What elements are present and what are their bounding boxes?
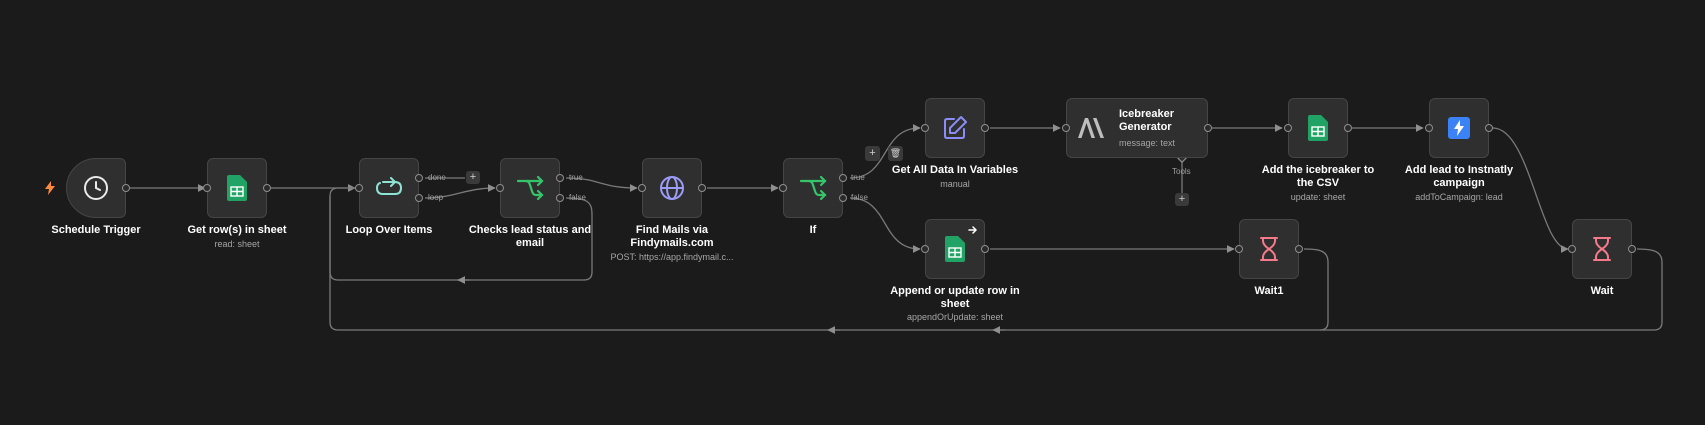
add-lead-output-port[interactable] bbox=[1485, 124, 1493, 132]
wait-label: Wait bbox=[1590, 285, 1614, 297]
wait-node[interactable] bbox=[1572, 219, 1632, 279]
if-true-label: true bbox=[851, 173, 865, 182]
checks-lead-label: Checks lead status and email bbox=[468, 224, 592, 249]
if-false-label: false bbox=[851, 193, 868, 202]
bolt-icon bbox=[45, 181, 55, 195]
icebreaker-node[interactable]: Icebreaker Generator message: text bbox=[1066, 98, 1208, 158]
get-rows-input-port[interactable] bbox=[203, 184, 211, 192]
find-mails-input-port[interactable] bbox=[638, 184, 646, 192]
find-mails-node[interactable] bbox=[642, 158, 702, 218]
checks-false-port[interactable] bbox=[556, 194, 564, 202]
edit-icon bbox=[944, 116, 967, 139]
find-mails-subtitle: POST: https://app.findymail.c... bbox=[610, 252, 734, 262]
loop-over-items-label: Loop Over Items bbox=[345, 224, 433, 236]
loop-over-items-node[interactable] bbox=[359, 158, 419, 218]
checks-true-port[interactable] bbox=[556, 174, 564, 182]
loop-input-port[interactable] bbox=[355, 184, 363, 192]
wait1-output-port[interactable] bbox=[1295, 245, 1303, 253]
if-label: If bbox=[809, 224, 817, 236]
google-sheets-icon bbox=[1308, 115, 1328, 141]
checks-true-label: true bbox=[569, 173, 583, 182]
add-tool-button[interactable]: + bbox=[1175, 193, 1189, 206]
add-lead-node[interactable] bbox=[1429, 98, 1489, 158]
get-rows-label: Get row(s) in sheet bbox=[187, 224, 287, 236]
if-true-port[interactable] bbox=[839, 174, 847, 182]
append-update-input-port[interactable] bbox=[921, 245, 929, 253]
edge-delete-button[interactable]: 🗑 bbox=[888, 146, 903, 161]
globe-icon bbox=[660, 176, 684, 200]
find-mails-label: Find Mails via Findymails.com bbox=[630, 224, 714, 249]
icebreaker-label: Icebreaker Generator bbox=[1119, 108, 1175, 133]
get-rows-subtitle: read: sheet bbox=[214, 239, 260, 249]
get-all-data-label: Get All Data In Variables bbox=[891, 164, 1019, 176]
hourglass-icon bbox=[1260, 237, 1278, 261]
icebreaker-subtitle: message: text bbox=[1119, 138, 1176, 148]
wait1-label: Wait1 bbox=[1254, 285, 1284, 297]
loop-loop-label: loop bbox=[428, 193, 444, 202]
tools-label: Tools bbox=[1172, 167, 1191, 176]
anthropic-icon bbox=[1078, 118, 1104, 138]
append-update-output-port[interactable] bbox=[981, 245, 989, 253]
wait1-node[interactable] bbox=[1239, 219, 1299, 279]
get-all-data-node[interactable] bbox=[925, 98, 985, 158]
google-sheets-icon bbox=[227, 175, 247, 201]
if-input-port[interactable] bbox=[779, 184, 787, 192]
arrow-right-icon bbox=[968, 226, 978, 234]
get-all-data-output-port[interactable] bbox=[981, 124, 989, 132]
if-branch-icon bbox=[799, 175, 827, 201]
get-all-data-input-port[interactable] bbox=[921, 124, 929, 132]
add-icebreaker-input-port[interactable] bbox=[1284, 124, 1292, 132]
append-update-node[interactable] bbox=[925, 219, 985, 279]
wait-input-port[interactable] bbox=[1568, 245, 1576, 253]
loop-loop-port[interactable] bbox=[415, 194, 423, 202]
add-lead-label: Add lead to Instnatly campaign bbox=[1404, 164, 1514, 189]
get-all-data-subtitle: manual bbox=[940, 179, 970, 189]
add-lead-subtitle: addToCampaign: lead bbox=[1415, 192, 1503, 202]
loop-done-port[interactable] bbox=[415, 174, 423, 182]
add-node-button[interactable]: + bbox=[466, 171, 480, 184]
loop-icon bbox=[375, 177, 403, 195]
add-icebreaker-output-port[interactable] bbox=[1344, 124, 1352, 132]
get-rows-node[interactable] bbox=[207, 158, 267, 218]
append-update-subtitle: appendOrUpdate: sheet bbox=[906, 312, 1004, 322]
if-branch-icon bbox=[516, 175, 544, 201]
append-update-label: Append or update row in sheet bbox=[890, 285, 1020, 310]
loop-done-label: done bbox=[428, 173, 446, 182]
checks-input-port[interactable] bbox=[496, 184, 504, 192]
schedule-trigger-node[interactable] bbox=[66, 158, 126, 218]
wait-output-port[interactable] bbox=[1628, 245, 1636, 253]
schedule-trigger-label: Schedule Trigger bbox=[51, 224, 141, 236]
checks-false-label: false bbox=[569, 193, 586, 202]
add-icebreaker-label: Add the icebreaker to the CSV bbox=[1261, 164, 1375, 189]
if-false-port[interactable] bbox=[839, 194, 847, 202]
google-sheets-icon bbox=[945, 236, 965, 262]
icebreaker-input-port[interactable] bbox=[1062, 124, 1070, 132]
add-icebreaker-subtitle: update: sheet bbox=[1290, 192, 1346, 202]
if-node[interactable] bbox=[783, 158, 843, 218]
find-mails-output-port[interactable] bbox=[698, 184, 706, 192]
wait1-input-port[interactable] bbox=[1235, 245, 1243, 253]
instantly-icon bbox=[1448, 117, 1470, 139]
add-lead-input-port[interactable] bbox=[1425, 124, 1433, 132]
trigger-output-port[interactable] bbox=[122, 184, 130, 192]
edge-add-button[interactable]: + bbox=[865, 146, 880, 161]
hourglass-icon bbox=[1593, 237, 1611, 261]
get-rows-output-port[interactable] bbox=[263, 184, 271, 192]
checks-lead-node[interactable] bbox=[500, 158, 560, 218]
add-icebreaker-node[interactable] bbox=[1288, 98, 1348, 158]
icebreaker-output-port[interactable] bbox=[1204, 124, 1212, 132]
clock-icon bbox=[84, 176, 108, 200]
